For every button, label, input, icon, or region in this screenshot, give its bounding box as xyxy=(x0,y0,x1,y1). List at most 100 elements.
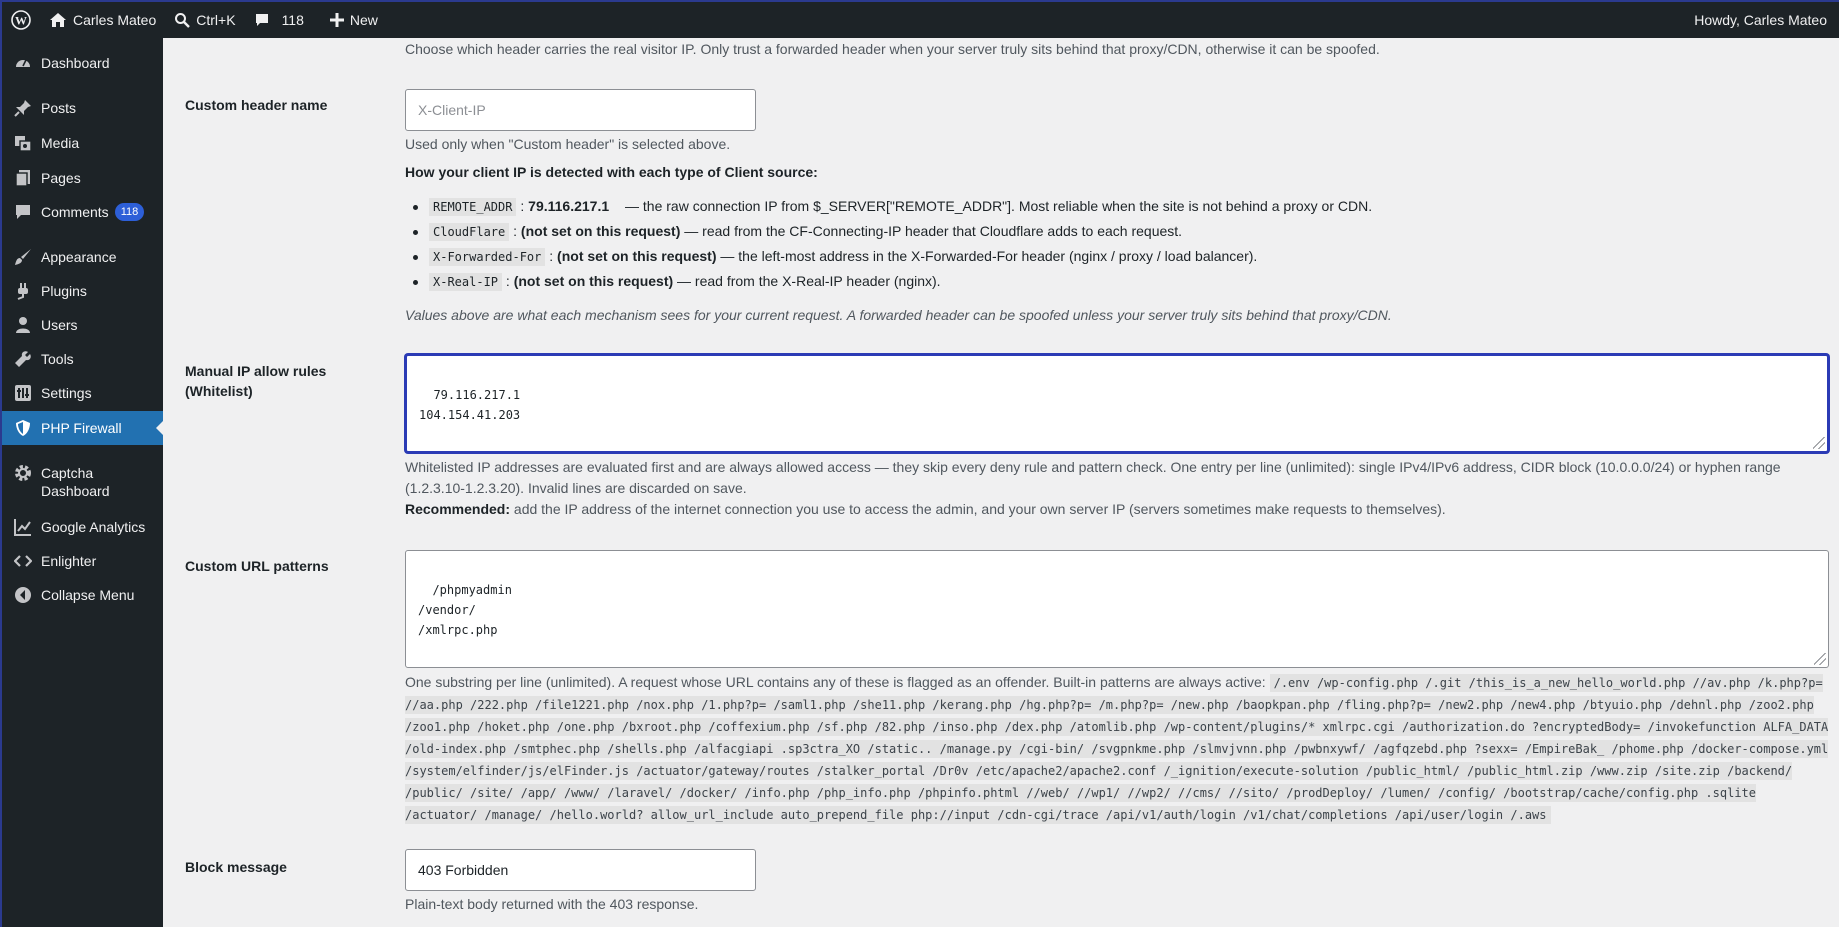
url-patterns-description: One substring per line (unlimited). A re… xyxy=(405,672,1835,826)
source-description: — read from the CF-Connecting-IP header … xyxy=(680,223,1183,239)
comments-count: 118 xyxy=(281,12,304,28)
sidebar-item-google-analytics[interactable]: Google Analytics xyxy=(2,518,163,536)
wrench-icon xyxy=(13,350,33,368)
recommended-label: Recommended: xyxy=(405,501,511,517)
sidebar-item-comments[interactable]: Comments 118 xyxy=(2,203,163,221)
plus-icon xyxy=(329,13,344,27)
wordpress-logo-button[interactable]: W xyxy=(2,2,40,38)
sidebar-item-label: Posts xyxy=(41,100,77,116)
comments-link[interactable]: 118 xyxy=(245,2,313,38)
source-value: 79.116.217.1 xyxy=(528,198,610,214)
client-source-list: REMOTE_ADDR : 79.116.217.1 — the raw con… xyxy=(405,194,1372,294)
block-message-input[interactable]: 403 Forbidden xyxy=(405,849,756,891)
client-ip-note: Values above are what each mechanism see… xyxy=(405,307,1392,323)
dashboard-icon xyxy=(13,54,33,72)
home-icon xyxy=(50,13,66,27)
sidebar-item-label: Tools xyxy=(41,351,74,367)
chart-icon xyxy=(13,518,33,536)
source-description: — the raw connection IP from $_SERVER["R… xyxy=(621,198,1373,214)
block-message-description: Plain-text body returned with the 403 re… xyxy=(405,896,699,912)
resize-handle[interactable] xyxy=(1813,437,1825,449)
pin-icon xyxy=(13,99,33,117)
sidebar-item-pages[interactable]: Pages xyxy=(2,169,163,187)
whitelist-description: Whitelisted IP addresses are evaluated f… xyxy=(405,457,1825,520)
sidebar-item-enlighter[interactable]: Enlighter xyxy=(2,552,163,570)
source-description: — read from the X-Real-IP header (nginx)… xyxy=(673,273,941,289)
admin-sidebar: Dashboard Posts Media Pages Comments 118… xyxy=(0,38,164,927)
media-icon xyxy=(13,134,33,152)
sidebar-item-tools[interactable]: Tools xyxy=(2,350,163,368)
sidebar-item-media[interactable]: Media xyxy=(2,134,163,152)
search-shortcut-label: Ctrl+K xyxy=(196,12,236,28)
site-name: Carles Mateo xyxy=(73,12,157,28)
sidebar-item-php-firewall[interactable]: PHP Firewall xyxy=(2,411,164,445)
sidebar-item-label: Plugins xyxy=(41,283,87,299)
block-message-label: Block message xyxy=(185,859,287,875)
sidebar-item-settings[interactable]: Settings xyxy=(2,384,163,402)
sidebar-item-plugins[interactable]: Plugins xyxy=(2,282,163,300)
client-source-description: Choose which header carries the real vis… xyxy=(405,41,1380,57)
new-content-button[interactable]: New xyxy=(321,2,387,38)
howdy-text: Howdy, Carles Mateo xyxy=(1694,12,1827,28)
sidebar-item-users[interactable]: Users xyxy=(2,316,163,334)
svg-text:W: W xyxy=(15,14,27,28)
admin-bar: W Carles Mateo Ctrl+K 118 New Howdy, Car… xyxy=(0,0,1839,38)
user-icon xyxy=(13,316,33,334)
whitelist-label-line: Manual IP allow rules xyxy=(185,363,327,379)
whitelist-label-line: (Whitelist) xyxy=(185,383,253,399)
source-code: X-Real-IP xyxy=(429,273,503,291)
resize-handle[interactable] xyxy=(1814,653,1826,665)
url-patterns-value: /phpmyadmin /vendor/ /xmlrpc.php xyxy=(418,583,512,637)
sidebar-item-label: Users xyxy=(41,317,78,333)
list-item: REMOTE_ADDR : 79.116.217.1 — the raw con… xyxy=(405,194,1372,219)
search-icon xyxy=(175,13,191,28)
sidebar-item-label: Appearance xyxy=(41,249,117,265)
pages-icon xyxy=(13,169,33,187)
sidebar-item-posts[interactable]: Posts xyxy=(2,99,163,117)
sidebar-item-label: Pages xyxy=(41,170,81,186)
list-item: X-Real-IP : (not set on this request) — … xyxy=(405,269,1372,294)
sidebar-item-captcha-dashboard[interactable]: Captcha Dashboard xyxy=(2,464,163,500)
plug-icon xyxy=(13,282,33,300)
source-code: CloudFlare xyxy=(429,223,510,241)
sidebar-item-label: Enlighter xyxy=(41,553,97,569)
sidebar-item-label: Settings xyxy=(41,385,92,401)
whitelist-value: 79.116.217.1 104.154.41.203 xyxy=(419,388,521,422)
whitelist-textarea[interactable]: 79.116.217.1 104.154.41.203 xyxy=(405,354,1829,453)
list-item: CloudFlare : (not set on this request) —… xyxy=(405,219,1372,244)
gear-icon xyxy=(13,464,33,482)
wordpress-icon: W xyxy=(11,10,31,30)
sidebar-item-label: PHP Firewall xyxy=(41,420,122,436)
source-code: X-Forwarded-For xyxy=(429,248,546,266)
shield-icon xyxy=(13,419,33,437)
custom-header-input[interactable]: X-Client-IP xyxy=(405,89,756,131)
search-shortcut-button[interactable]: Ctrl+K xyxy=(165,2,244,38)
source-code: REMOTE_ADDR xyxy=(429,198,517,216)
url-patterns-label: Custom URL patterns xyxy=(185,558,329,574)
source-value: (not set on this request) xyxy=(557,248,717,264)
account-menu[interactable]: Howdy, Carles Mateo xyxy=(1685,2,1839,38)
brush-icon xyxy=(13,248,33,266)
url-patterns-desc-text: One substring per line (unlimited). A re… xyxy=(405,674,1270,690)
source-description: — the left-most address in the X-Forward… xyxy=(716,248,1258,264)
sidebar-item-label: Captcha Dashboard xyxy=(41,465,110,499)
recommended-text: add the IP address of the internet conne… xyxy=(510,501,1446,517)
collapse-menu-button[interactable]: Collapse Menu xyxy=(2,586,163,604)
sidebar-item-appearance[interactable]: Appearance xyxy=(2,248,163,266)
client-ip-heading: How your client IP is detected with each… xyxy=(405,164,818,180)
sidebar-item-label: Google Analytics xyxy=(41,519,146,535)
sidebar-item-label: Comments xyxy=(41,204,109,220)
sidebar-item-label: Dashboard xyxy=(41,55,110,71)
comment-icon xyxy=(255,14,268,26)
settings-icon xyxy=(13,384,33,402)
whitelist-label: Manual IP allow rules (Whitelist) xyxy=(185,361,326,401)
url-patterns-textarea[interactable]: /phpmyadmin /vendor/ /xmlrpc.php xyxy=(405,550,1829,668)
site-name-link[interactable]: Carles Mateo xyxy=(40,2,165,38)
whitelist-description-line: Whitelisted IP addresses are evaluated f… xyxy=(405,459,1781,475)
whitelist-description-line: (1.2.3.10-1.2.3.20). Invalid lines are d… xyxy=(405,480,747,496)
builtin-patterns: /.env /wp-config.php /.git /this_is_a_ne… xyxy=(405,674,1829,824)
sidebar-item-dashboard[interactable]: Dashboard xyxy=(2,54,163,72)
new-label: New xyxy=(349,12,378,28)
custom-header-description: Used only when "Custom header" is select… xyxy=(405,136,731,152)
comments-badge: 118 xyxy=(114,203,145,221)
